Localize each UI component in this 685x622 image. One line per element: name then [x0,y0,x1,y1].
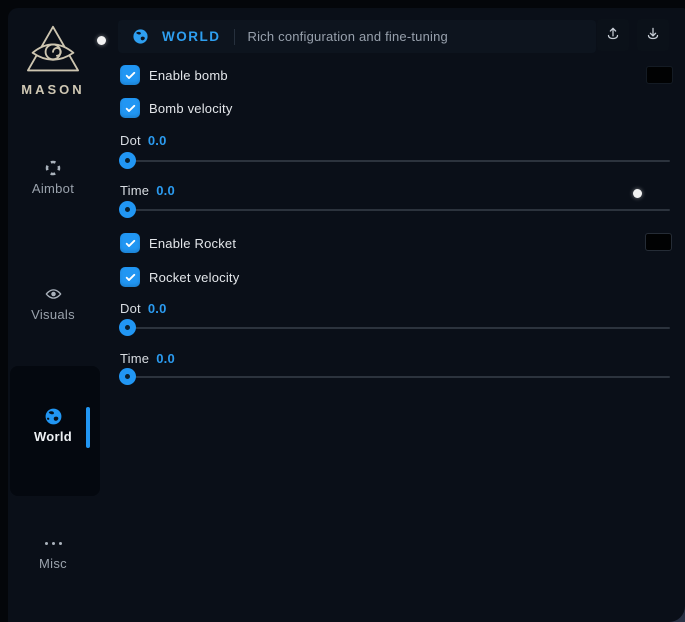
sidebar-item-aimbot[interactable]: Aimbot [8,159,98,196]
check-icon [124,69,137,82]
sidebar-item-label: Misc [8,556,98,571]
sidebar-item-label: World [8,429,98,444]
slider-value: 0.0 [148,301,167,316]
ellipsis-icon [8,534,98,552]
sidebar-item-misc[interactable]: Misc [8,534,98,571]
upload-icon [604,25,622,46]
slider-track[interactable] [120,376,670,378]
bomb-time-slider-label: Time0.0 [120,183,175,198]
eye-pyramid-icon [8,24,98,76]
brand-name: MASON [8,82,98,97]
header-divider [234,29,235,45]
checkbox-row-enable-bomb[interactable]: Enable bomb [120,65,228,85]
cursor-dot [633,189,642,198]
slider-value: 0.0 [148,133,167,148]
export-config-button[interactable] [597,19,629,51]
checkbox-bomb-velocity[interactable] [120,98,140,118]
rocket-dot-slider[interactable] [119,319,670,336]
checkbox-row-bomb-velocity[interactable]: Bomb velocity [120,98,233,118]
checkbox-rocket-velocity[interactable] [120,267,140,287]
cheat-menu-screen: MASON Aimbot Visuals [0,0,685,622]
checkbox-label: Enable bomb [149,68,228,83]
page-subtitle: Rich configuration and fine-tuning [248,29,448,44]
sidebar-item-world[interactable]: World [8,407,98,444]
slider-handle[interactable] [119,201,136,218]
globe-icon [8,407,98,425]
sidebar-item-visuals[interactable]: Visuals [8,285,98,322]
slider-track[interactable] [120,327,670,329]
globe-icon [132,28,149,45]
rocket-time-slider[interactable] [119,368,670,385]
bomb-dot-slider[interactable] [119,152,670,169]
brand-logo: MASON [8,24,98,97]
bomb-color-swatch[interactable] [646,66,673,84]
import-config-button[interactable] [637,19,669,51]
eye-icon [8,285,98,303]
rocket-time-slider-label: Time0.0 [120,351,175,366]
sidebar-item-label: Visuals [8,307,98,322]
check-icon [124,102,137,115]
checkbox-enable-bomb[interactable] [120,65,140,85]
active-nav-accent-bar [86,407,90,448]
page-title: WORLD [162,29,221,44]
check-icon [124,271,137,284]
crosshair-icon [8,159,98,177]
sidebar-item-label: Aimbot [8,181,98,196]
cursor-dot [97,36,106,45]
menu-window: MASON Aimbot Visuals [8,8,685,622]
checkbox-row-rocket-velocity[interactable]: Rocket velocity [120,267,239,287]
rocket-color-swatch[interactable] [645,233,672,251]
check-icon [124,237,137,250]
slider-handle[interactable] [119,319,136,336]
download-icon [644,25,662,46]
sidebar: MASON Aimbot Visuals [8,8,105,622]
checkbox-label: Bomb velocity [149,101,233,116]
slider-value: 0.0 [156,351,175,366]
checkbox-enable-rocket[interactable] [120,233,140,253]
slider-handle[interactable] [119,368,136,385]
slider-handle[interactable] [119,152,136,169]
rocket-dot-slider-label: Dot0.0 [120,301,167,316]
bomb-dot-slider-label: Dot0.0 [120,133,167,148]
slider-value: 0.0 [156,183,175,198]
bomb-time-slider[interactable] [119,201,670,218]
slider-track[interactable] [120,209,670,211]
slider-track[interactable] [120,160,670,162]
checkbox-row-enable-rocket[interactable]: Enable Rocket [120,233,236,253]
checkbox-label: Rocket velocity [149,270,239,285]
checkbox-label: Enable Rocket [149,236,236,251]
page-header: WORLD Rich configuration and fine-tuning [118,20,596,53]
